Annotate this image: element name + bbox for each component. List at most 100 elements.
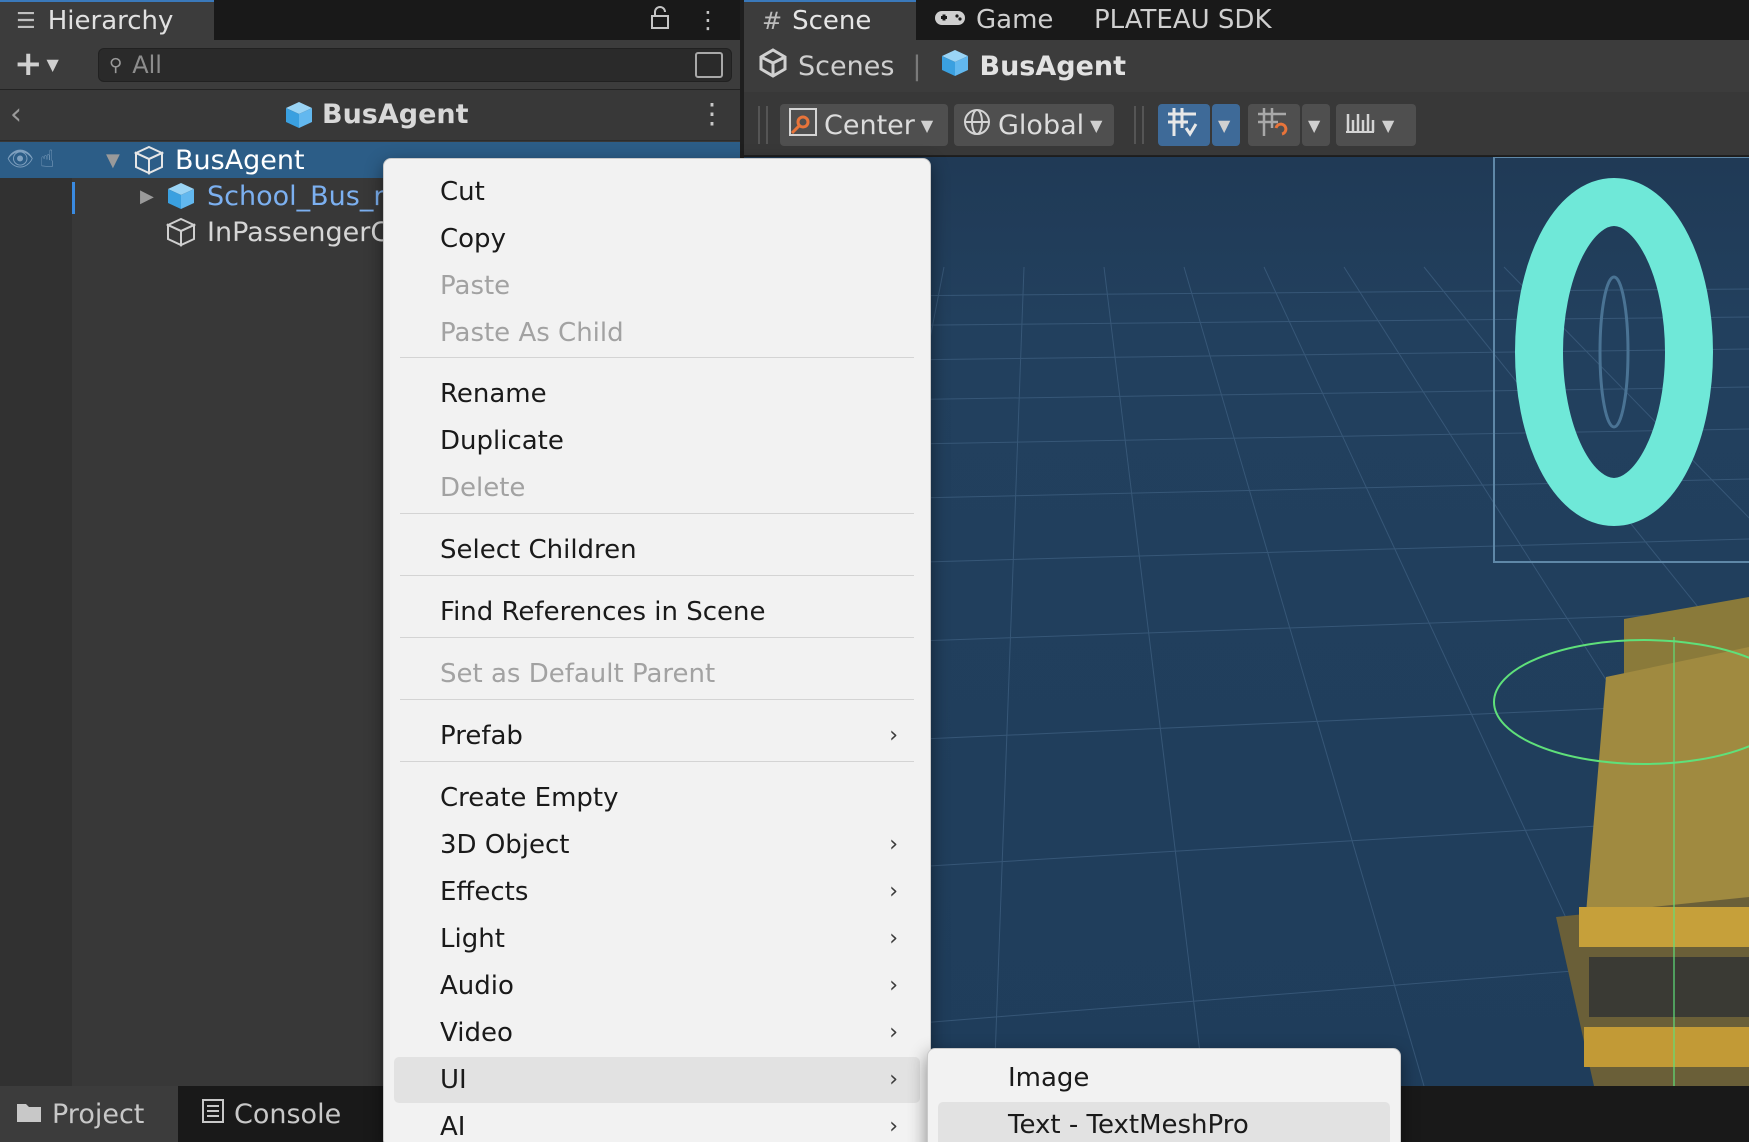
- tab-plateau-sdk[interactable]: PLATEAU SDK: [1076, 0, 1306, 40]
- breadcrumb-busagent[interactable]: BusAgent: [980, 51, 1127, 82]
- create-add-button[interactable]: + ▼: [14, 47, 59, 81]
- hierarchy-toolbar: + ▼ ⚲ All: [0, 40, 740, 90]
- menu-item-light[interactable]: Light ›: [394, 916, 920, 962]
- more-options-icon[interactable]: ⋮: [696, 6, 720, 36]
- menu-item-find-references[interactable]: Find References in Scene: [394, 589, 920, 635]
- chevron-down-icon: ▼: [1090, 115, 1103, 135]
- prefab-mode-breadcrumb: ‹ BusAgent ⋮: [0, 91, 740, 141]
- menu-item-copy[interactable]: Copy: [394, 216, 920, 262]
- tab-console[interactable]: Console: [186, 1086, 356, 1142]
- toolbar-grip[interactable]: [758, 106, 768, 144]
- back-arrow-icon[interactable]: ‹: [10, 97, 22, 132]
- tree-label: BusAgent: [175, 144, 305, 176]
- lock-icon[interactable]: [650, 6, 670, 36]
- tab-plateau-label: PLATEAU SDK: [1094, 5, 1272, 35]
- grid-snap-dropdown[interactable]: ▼: [1212, 104, 1240, 146]
- hierarchy-search-field[interactable]: ⚲ All: [98, 48, 732, 82]
- menu-item-effects[interactable]: Effects ›: [394, 869, 920, 915]
- snap-increment-icon: [1256, 106, 1288, 145]
- chevron-down-icon: ▼: [46, 54, 59, 74]
- menu-item-cut[interactable]: Cut: [394, 169, 920, 215]
- menu-item-ai[interactable]: AI ›: [394, 1104, 920, 1142]
- tab-project[interactable]: Project: [0, 1086, 178, 1142]
- menu-item-duplicate[interactable]: Duplicate: [394, 418, 920, 464]
- prefab-cube-icon: [168, 183, 194, 209]
- menu-item-label: Image: [1008, 1063, 1090, 1093]
- scene-toolbar: Center ▼ Global ▼ ▼ ▼ ▼: [744, 92, 1749, 156]
- space-global-dropdown[interactable]: Global ▼: [954, 104, 1114, 146]
- breadcrumb-separator: |: [912, 50, 922, 82]
- menu-item-audio[interactable]: Audio ›: [394, 963, 920, 1009]
- menu-item-label: Paste As Child: [440, 318, 624, 348]
- grid-snap-icon: [1166, 106, 1198, 145]
- search-popout-icon[interactable]: [695, 52, 723, 78]
- menu-item-label: Audio: [440, 971, 514, 1001]
- ruler-icon: [1344, 108, 1376, 143]
- menu-item-label: Rename: [440, 379, 547, 409]
- scene-tabbar: # Scene Game PLATEAU SDK: [744, 0, 1749, 40]
- prefab-cube-icon: [940, 48, 970, 85]
- hierarchy-tabbar: ☰ Hierarchy ⋮: [0, 0, 740, 40]
- folder-icon: [16, 1099, 42, 1130]
- tab-game-label: Game: [976, 5, 1054, 35]
- tree-label: InPassengerC: [207, 216, 390, 248]
- chevron-right-icon: ›: [889, 1067, 898, 1092]
- menu-item-label: Cut: [440, 177, 485, 207]
- tab-scene[interactable]: # Scene: [744, 0, 916, 40]
- menu-item-label: AI: [440, 1112, 466, 1142]
- menu-item-label: Set as Default Parent: [440, 659, 716, 689]
- search-icon: ⚲: [109, 54, 123, 76]
- tab-scene-label: Scene: [792, 6, 872, 36]
- submenu-item-image[interactable]: Image: [938, 1055, 1390, 1101]
- menu-separator: [400, 761, 914, 762]
- menu-item-rename[interactable]: Rename: [394, 371, 920, 417]
- ui-submenu: Image Text - TextMeshPro: [927, 1048, 1401, 1142]
- menu-item-label: UI: [440, 1065, 467, 1095]
- menu-item-select-children[interactable]: Select Children: [394, 527, 920, 573]
- visibility-eye-icon[interactable]: 👁: [6, 147, 34, 172]
- chevron-down-icon: ▼: [1218, 115, 1231, 135]
- pivot-center-dropdown[interactable]: Center ▼: [780, 104, 948, 146]
- ruler-snap-dropdown[interactable]: ▼: [1336, 104, 1416, 146]
- menu-item-label: Light: [440, 924, 505, 954]
- menu-item-create-empty[interactable]: Create Empty: [394, 775, 920, 821]
- menu-item-label: Delete: [440, 473, 526, 503]
- chevron-right-icon: ›: [889, 1020, 898, 1045]
- incremental-snap-toggle[interactable]: [1248, 104, 1300, 146]
- tab-console-label: Console: [234, 1098, 342, 1130]
- menu-item-ui[interactable]: UI ›: [394, 1057, 920, 1103]
- tab-game[interactable]: Game: [916, 0, 1076, 40]
- incremental-snap-dropdown[interactable]: ▼: [1302, 104, 1330, 146]
- pivot-icon: [788, 107, 818, 144]
- breadcrumb-more-icon[interactable]: ⋮: [698, 97, 726, 130]
- menu-item-label: Video: [440, 1018, 513, 1048]
- menu-item-label: Select Children: [440, 535, 637, 565]
- plus-icon: +: [14, 44, 43, 84]
- visibility-gutter: [0, 142, 72, 1086]
- menu-item-3d-object[interactable]: 3D Object ›: [394, 822, 920, 868]
- list-icon: ☰: [16, 8, 36, 34]
- menu-item-label: Copy: [440, 224, 506, 254]
- submenu-item-text-textmeshpro[interactable]: Text - TextMeshPro: [938, 1102, 1390, 1142]
- expand-down-icon[interactable]: ▼: [106, 150, 120, 171]
- menu-item-label: 3D Object: [440, 830, 570, 860]
- menu-item-video[interactable]: Video ›: [394, 1010, 920, 1056]
- menu-item-paste: Paste: [394, 263, 920, 309]
- expand-right-icon[interactable]: ▶: [140, 186, 154, 207]
- chevron-right-icon: ›: [889, 926, 898, 951]
- menu-separator: [400, 637, 914, 638]
- pickable-hand-icon[interactable]: ☝: [40, 145, 55, 173]
- unity-editor: ☰ Hierarchy ⋮ + ▼ ⚲ All ‹ BusAgent ⋮ 👁 ☝…: [0, 0, 1749, 1142]
- toolbar-grip[interactable]: [1134, 106, 1144, 144]
- menu-item-prefab[interactable]: Prefab ›: [394, 713, 920, 759]
- grid-snap-toggle[interactable]: [1158, 104, 1210, 146]
- menu-item-paste-as-child: Paste As Child: [394, 310, 920, 356]
- tab-hierarchy[interactable]: ☰ Hierarchy: [0, 0, 214, 40]
- search-placeholder: All: [132, 51, 162, 79]
- menu-item-label: Find References in Scene: [440, 597, 766, 627]
- breadcrumb-scenes[interactable]: Scenes: [798, 51, 894, 82]
- chevron-right-icon: ›: [889, 879, 898, 904]
- prefab-title: BusAgent: [284, 99, 469, 130]
- chevron-down-icon: ▼: [1382, 115, 1395, 135]
- globe-icon: [962, 107, 992, 144]
